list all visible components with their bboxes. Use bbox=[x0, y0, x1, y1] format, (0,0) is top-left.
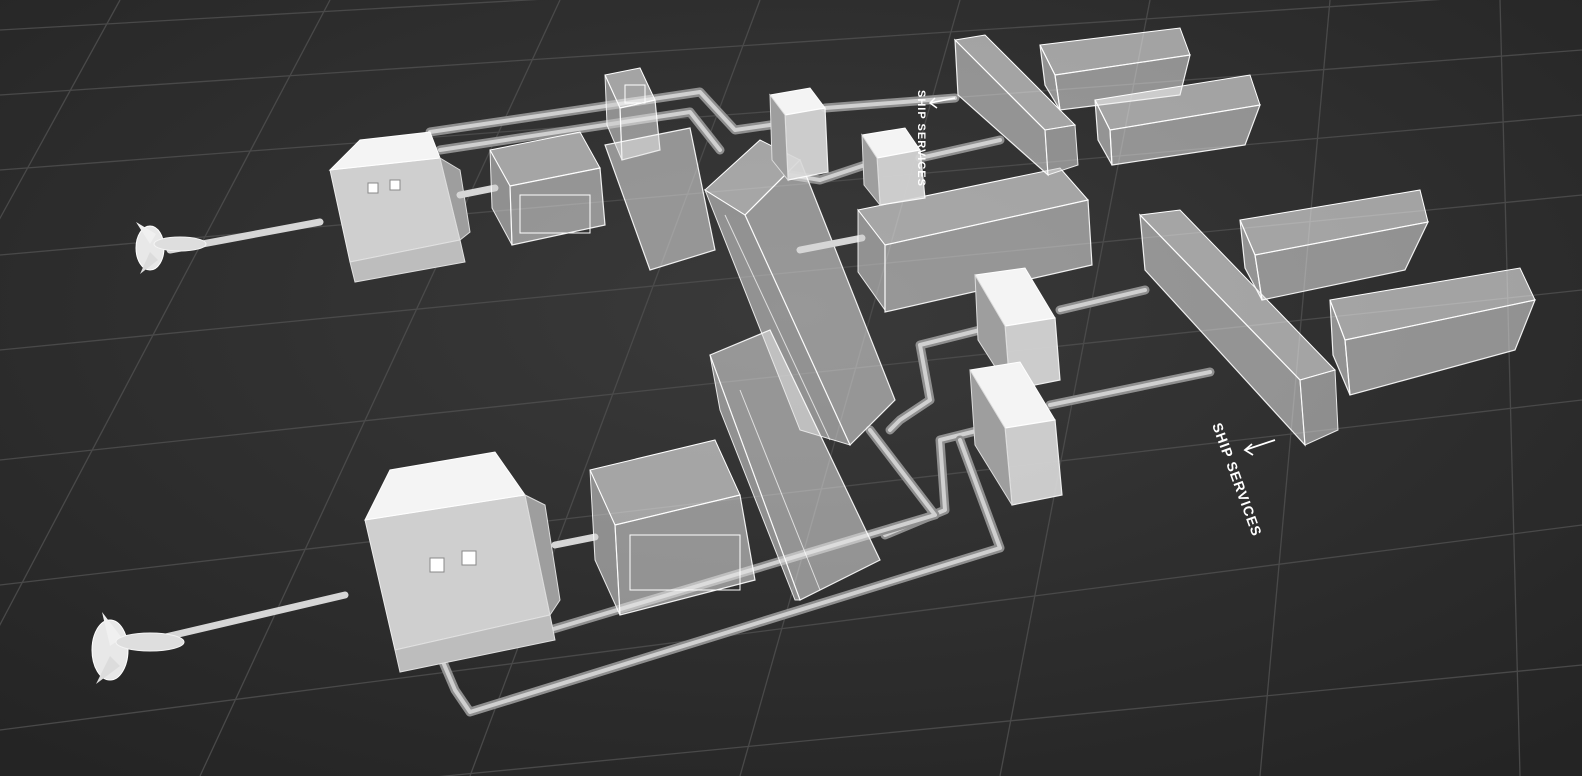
upper-converter-unit bbox=[489, 131, 606, 246]
ship-services-label-upper: SHIP SERVICES bbox=[915, 90, 927, 187]
propulsion-system-diagram: SHIP SERVICES SHIP SERVICES bbox=[0, 0, 1582, 776]
ship-services-text-upper: SHIP SERVICES bbox=[915, 90, 927, 187]
drive-cabinet-1 bbox=[769, 87, 829, 182]
